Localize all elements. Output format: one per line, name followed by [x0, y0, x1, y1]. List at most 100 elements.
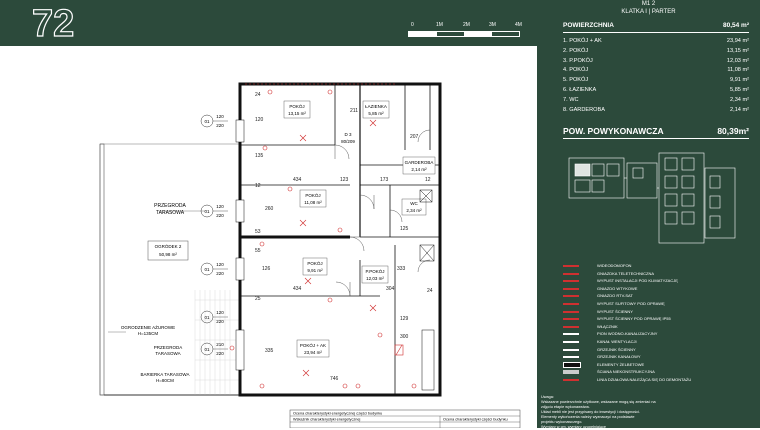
window-num: 01 [204, 347, 210, 352]
legend-label: GNIAZDO RTV-SAT [597, 293, 633, 299]
room-area: 9,91 m² [307, 268, 323, 273]
window-w: 120 [216, 204, 224, 209]
legend-item: WŁĄCZNIK [563, 323, 753, 331]
usable-area: POW. POWYKONAWCZA 80,39m² [563, 125, 749, 139]
scale-label: 3M [489, 22, 496, 28]
window-w: 120 [216, 310, 224, 315]
window-w: 210 [216, 342, 224, 347]
room-row: 1. POKÓJ + AK 23,94 m² [563, 37, 749, 47]
window-h: 220 [216, 123, 224, 128]
label-barierka-h: H=80CM [156, 378, 174, 383]
room-area: 2,34 m² [730, 96, 749, 103]
location-line: KLATKA I | PARTER [621, 9, 676, 15]
window-num: 01 [204, 209, 210, 214]
legend-item: ELEMENTY ŻELBETOWE [563, 361, 753, 369]
room-row: 5. POKÓJ 9,91 m² [563, 76, 749, 86]
legend-item: LINIA DZIAŁOWA NALEŻĄCA SIĘ DO DEMONTAŻU [563, 376, 753, 384]
usable-value: 80,39m² [717, 126, 749, 136]
room-name: 2. POKÓJ [563, 47, 589, 54]
dim: 55 [255, 248, 261, 254]
room-area: 12,03 m² [366, 276, 384, 281]
garden-name: OGRÓDEK 2 [155, 243, 182, 249]
window-num: 01 [204, 267, 210, 272]
dim: 746 [330, 376, 339, 382]
room-row: 8. GARDEROBA 2,14 m² [563, 106, 749, 116]
dim: 25 [255, 296, 261, 302]
room-row: 6. ŁAZIENKA 5,85 m² [563, 86, 749, 96]
dim: 434 [293, 177, 302, 183]
room-row: 4. POKÓJ 11,08 m² [563, 66, 749, 76]
dim: 12 [255, 183, 261, 189]
room-area: 2,14 m² [730, 106, 749, 113]
dim: 300 [400, 334, 409, 340]
room-name: POKÓJ [289, 103, 304, 109]
room-name: 5. POKÓJ [563, 77, 589, 84]
room-area: 2,34 m² [406, 208, 422, 213]
legend-label: ELEMENTY ŻELBETOWE [597, 361, 645, 367]
room-name: 7. WC [563, 96, 579, 103]
room-name: POKÓJ [305, 192, 320, 198]
scale-label: 2M [463, 22, 470, 28]
dim: 129 [400, 316, 409, 322]
area-label: POWIERZCHNIA [563, 22, 614, 29]
legend-item: KANAŁ WENTYLACJI [563, 338, 753, 346]
legend-item: ŚCIANA NIEKONSTRUKCYJNA [563, 368, 753, 376]
room-name: 3. P.POKÓJ [563, 57, 593, 64]
dim: 24 [427, 288, 433, 294]
dim: 12 [425, 177, 431, 183]
label-ogrodzenie-h: H=135CM [138, 331, 159, 336]
room-area: 5,85 m² [368, 111, 384, 116]
energy-row: Ocena charakterystyki energetycznej częś… [293, 412, 382, 416]
dim: 125 [400, 226, 409, 232]
label-tarasowa: TARASOWA [155, 351, 180, 356]
garden-area: 50,98 m² [159, 252, 177, 257]
room-area: 2,14 m² [411, 167, 427, 172]
area-total: 80,54 m² [722, 22, 749, 29]
header-bar: 72 0 1M 2M 3M 4M [0, 0, 537, 46]
scale-bar: 0 1M 2M 3M 4M [408, 22, 528, 44]
legend-label: WYPUST ŚCIENNY POD OPRAWĘ IP55 [597, 316, 671, 322]
legend-item: WYPUST INSTALACJI POD KLIMATYZACJĘ [563, 277, 753, 285]
energy-row: Wskaźnik charakterystyki energetycznej [293, 418, 360, 422]
room-name: POKÓJ [307, 260, 322, 266]
dim: 24 [255, 92, 261, 98]
legend-item: GNIAZDKA TELETECHNICZNA [563, 270, 753, 278]
room-area: 9,91 m² [730, 77, 749, 84]
legend-label: WYPUST SUFITOWY POD OPRAWĘ [597, 300, 665, 306]
legend-label: WIDEODOMOFON [597, 263, 632, 268]
scale-label: 1M [436, 22, 443, 28]
legend-label: GRZEJNIK KANAŁOWY [597, 354, 641, 360]
room-row: 2. POKÓJ 13,15 m² [563, 47, 749, 57]
room-area: 12,03 m² [726, 57, 749, 64]
room-area: 11,08 m² [304, 200, 322, 205]
scale-label: 4M [515, 22, 522, 28]
legend: WIDEODOMOFON GNIAZDKA TELETECHNICZNA WYP… [563, 262, 753, 384]
legend-item: GNIAZDO WTYKOWE [563, 285, 753, 293]
window-num: 01 [204, 315, 210, 320]
room-name: 1. POKÓJ + AK [563, 38, 602, 44]
legend-label: WYPUST ŚCIENNY [597, 308, 633, 314]
legend-label: PION WODNO-KANALIZACYJNY [597, 331, 658, 337]
room-name: P.POKÓJ [366, 268, 385, 274]
energy-row: Ocena charakterystyki części budynku [443, 418, 508, 422]
key-plan [568, 152, 736, 244]
room-name: 6. ŁAZIENKA [563, 86, 597, 93]
logo-text: 72 [32, 3, 74, 42]
legend-label: GNIAZDKA TELETECHNICZNA [597, 270, 655, 276]
legend-item: GRZEJNIK KANAŁOWY [563, 353, 753, 361]
unit-line: M1 2 [641, 1, 656, 7]
dim: 53 [255, 229, 261, 235]
room-area: 5,85 m² [730, 86, 749, 93]
dim: 335 [265, 348, 274, 354]
room-row: 7. WC 2,34 m² [563, 96, 749, 106]
dim: 135 [255, 153, 264, 159]
dim: 207 [410, 134, 419, 140]
dim: 260 [265, 206, 274, 212]
info-panel: M1 2 KLATKA I | PARTER POWIERZCHNIA 80,5… [537, 0, 760, 429]
window-h: 220 [216, 213, 224, 218]
dim: 126 [262, 266, 271, 272]
room-name: 8. GARDEROBA [563, 106, 605, 113]
legend-label: LINIA DZIAŁOWA NALEŻĄCA SIĘ DO DEMONTAŻU [597, 376, 692, 382]
room-row: 3. P.POKÓJ 12,03 m² [563, 57, 749, 67]
legend-item: GRZEJNIK ŚCIENNY [563, 346, 753, 354]
